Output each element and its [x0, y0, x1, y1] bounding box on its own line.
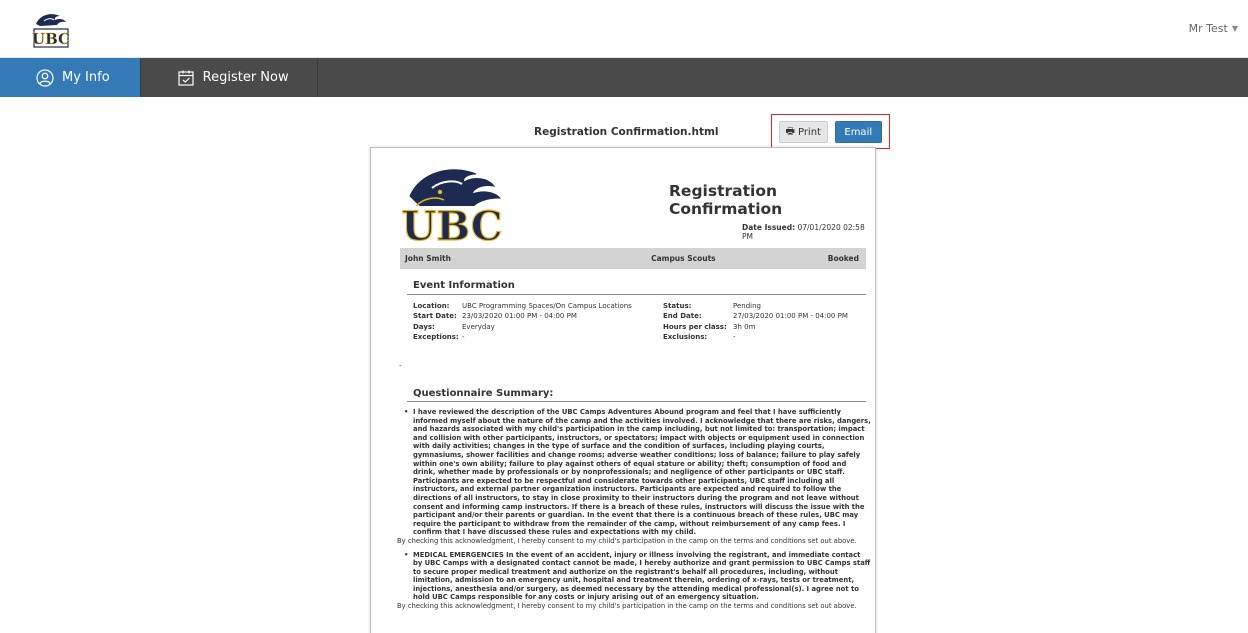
ubc-logo-icon[interactable]: UBC [30, 10, 72, 50]
info-row: Exclusions: - [663, 332, 736, 341]
main-nav: My Info Register Now [0, 58, 1248, 97]
event-info-left: Location: UBC Programming Spaces/On Campu… [413, 301, 632, 342]
print-label: Print [797, 126, 821, 138]
svg-text:UBC: UBC [32, 30, 70, 48]
date-issued: Date Issued: 07/01/2020 02:58 PM [742, 223, 865, 241]
info-row: Days: Everyday [413, 322, 495, 331]
question-text: I have reviewed the description of the U… [401, 408, 871, 537]
info-row: Exceptions: - [413, 332, 465, 341]
info-row: Location: UBC Programming Spaces/On Campu… [413, 302, 632, 310]
status-badge: Booked [827, 254, 859, 263]
registration-summary-bar: John Smith Campus Scouts Booked [400, 248, 866, 269]
note-dash: - [399, 362, 402, 370]
info-row: Hours per class: 3h 0m [663, 322, 756, 331]
program-name: Campus Scouts [651, 254, 716, 263]
calendar-check-icon [178, 70, 194, 86]
document-filename: Registration Confirmation.html [534, 126, 719, 138]
divider [407, 401, 866, 402]
event-info-right: Status: Pending End Date: 27/03/2020 01:00… [663, 301, 848, 342]
confirmation-title: Registration Confirmation [669, 182, 783, 218]
event-info-heading: Event Information [413, 280, 515, 291]
printer-icon: 🖶 [785, 125, 795, 137]
acknowledgment-text: By checking this acknowledgment, I hereb… [397, 602, 857, 611]
caret-down-icon: ▼ [1231, 24, 1238, 33]
nav-item-my-info[interactable]: My Info [0, 58, 141, 97]
info-row: Start Date: 23/03/2020 01:00 PM - 04:00 P… [413, 312, 577, 321]
document-preview[interactable]: UBC Registration Confirmation Date Issue… [370, 147, 876, 633]
nav-item-label: Register Now [202, 70, 289, 85]
question-text: MEDICAL EMERGENCIES In the event of an a… [401, 551, 871, 603]
nav-item-label: My Info [62, 70, 110, 85]
nav-item-register-now[interactable]: Register Now [141, 58, 318, 97]
participant-name: John Smith [405, 254, 451, 263]
acknowledgment-text: By checking this acknowledgment, I hereb… [397, 536, 857, 545]
info-row: End Date: 27/03/2020 01:00 PM - 04:00 PM [663, 312, 848, 321]
user-name: Mr Test [1188, 22, 1228, 35]
info-row: Status: Pending [663, 302, 761, 310]
document-actions: 🖶 Print Email [771, 114, 890, 149]
top-bar: UBC Mr Test ▼ [0, 0, 1248, 58]
print-button[interactable]: 🖶 Print [779, 121, 828, 143]
ubc-logo-icon: UBC [398, 169, 506, 244]
logo-wordmark: UBC [401, 203, 502, 244]
user-circle-icon [36, 68, 54, 87]
email-button[interactable]: Email [834, 121, 882, 143]
user-menu[interactable]: Mr Test ▼ [1189, 22, 1238, 35]
questionnaire-list: I have reviewed the description of the U… [397, 408, 871, 616]
questionnaire-heading: Questionnaire Summary: [413, 388, 554, 399]
divider [407, 294, 866, 295]
